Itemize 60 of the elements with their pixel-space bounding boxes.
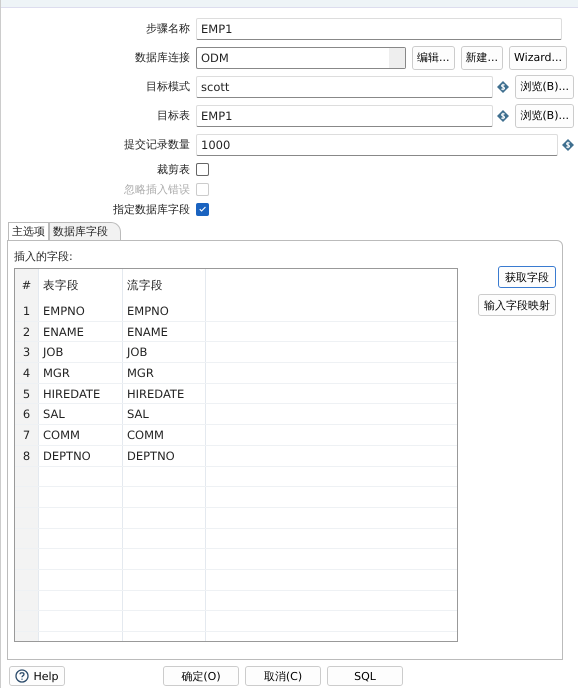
variable-icon [562, 138, 574, 150]
field-label: 步骤名称 [145, 21, 191, 36]
help-button[interactable]: Help [9, 666, 65, 686]
row-number: 7 [15, 425, 39, 445]
checkbox[interactable] [196, 202, 209, 216]
section-label: 插入的字段: [14, 249, 74, 264]
input-field[interactable]: scott [196, 76, 494, 98]
table-cell: JOB [123, 342, 206, 362]
row-number: 4 [15, 363, 39, 383]
row-number: 3 [15, 342, 39, 362]
table-cell: HIREDATE [39, 384, 123, 404]
dialog-button[interactable]: SQL [327, 666, 403, 686]
form-button[interactable]: 新建... [460, 46, 503, 70]
input-field[interactable]: EMP1 [196, 18, 562, 40]
row-number: 5 [15, 384, 39, 404]
dialog-button[interactable]: 确定(O) [163, 666, 239, 686]
checkbox-label: 裁剪表 [156, 162, 191, 176]
form-button[interactable]: 浏览(B)... [515, 74, 574, 98]
table-cell: ENAME [39, 322, 123, 342]
table-cell: DEPTNO [39, 446, 123, 466]
table-cell: EMPNO [39, 301, 123, 321]
row-number: 2 [15, 322, 39, 342]
help-icon [15, 669, 30, 683]
form-button[interactable]: 编辑... [412, 46, 454, 70]
input-field[interactable]: 1000 [196, 134, 558, 156]
variable-icon [497, 80, 510, 92]
row-number: 1 [15, 301, 39, 321]
form-button[interactable]: 浏览(B)... [515, 104, 574, 128]
field-label: 目标模式 [145, 79, 191, 94]
table-cell: SAL [39, 404, 123, 424]
table-cell: HIREDATE [123, 384, 206, 404]
form-button[interactable]: Wizard... [509, 46, 568, 70]
dialog-button[interactable]: 取消(C) [245, 666, 321, 686]
table-cell: JOB [39, 342, 123, 362]
field-label: 提交记录数量 [123, 137, 191, 152]
tab[interactable]: 主选项 [8, 222, 49, 240]
input-field[interactable]: EMP1 [196, 104, 494, 126]
side-button[interactable]: 获取字段 [498, 266, 556, 288]
checkbox-label: 指定数据库字段 [112, 202, 191, 216]
table-cell: EMPNO [123, 301, 206, 321]
table-cell: MGR [39, 363, 123, 383]
column-header[interactable]: 流字段 [123, 269, 206, 301]
checkbox[interactable] [196, 162, 209, 176]
field-label: 数据库连接 [134, 50, 191, 65]
table-cell: DEPTNO [123, 446, 206, 466]
table-cell: COMM [39, 425, 123, 445]
column-header[interactable]: 表字段 [39, 269, 123, 301]
variable-icon [497, 110, 510, 122]
column-header[interactable]: # [15, 269, 39, 301]
table-cell: COMM [123, 425, 206, 445]
field-label: 目标表 [156, 108, 191, 123]
table-cell: MGR [123, 363, 206, 383]
checkbox-label: 忽略插入错误 [123, 182, 191, 196]
row-number: 6 [15, 404, 39, 424]
side-button[interactable]: 输入字段映射 [478, 294, 556, 316]
tab[interactable]: 数据库字段 [49, 222, 121, 240]
table-cell: ENAME [123, 322, 206, 342]
row-number: 8 [15, 446, 39, 466]
input-field[interactable]: ODM [196, 46, 406, 68]
table-cell: SAL [123, 404, 206, 424]
